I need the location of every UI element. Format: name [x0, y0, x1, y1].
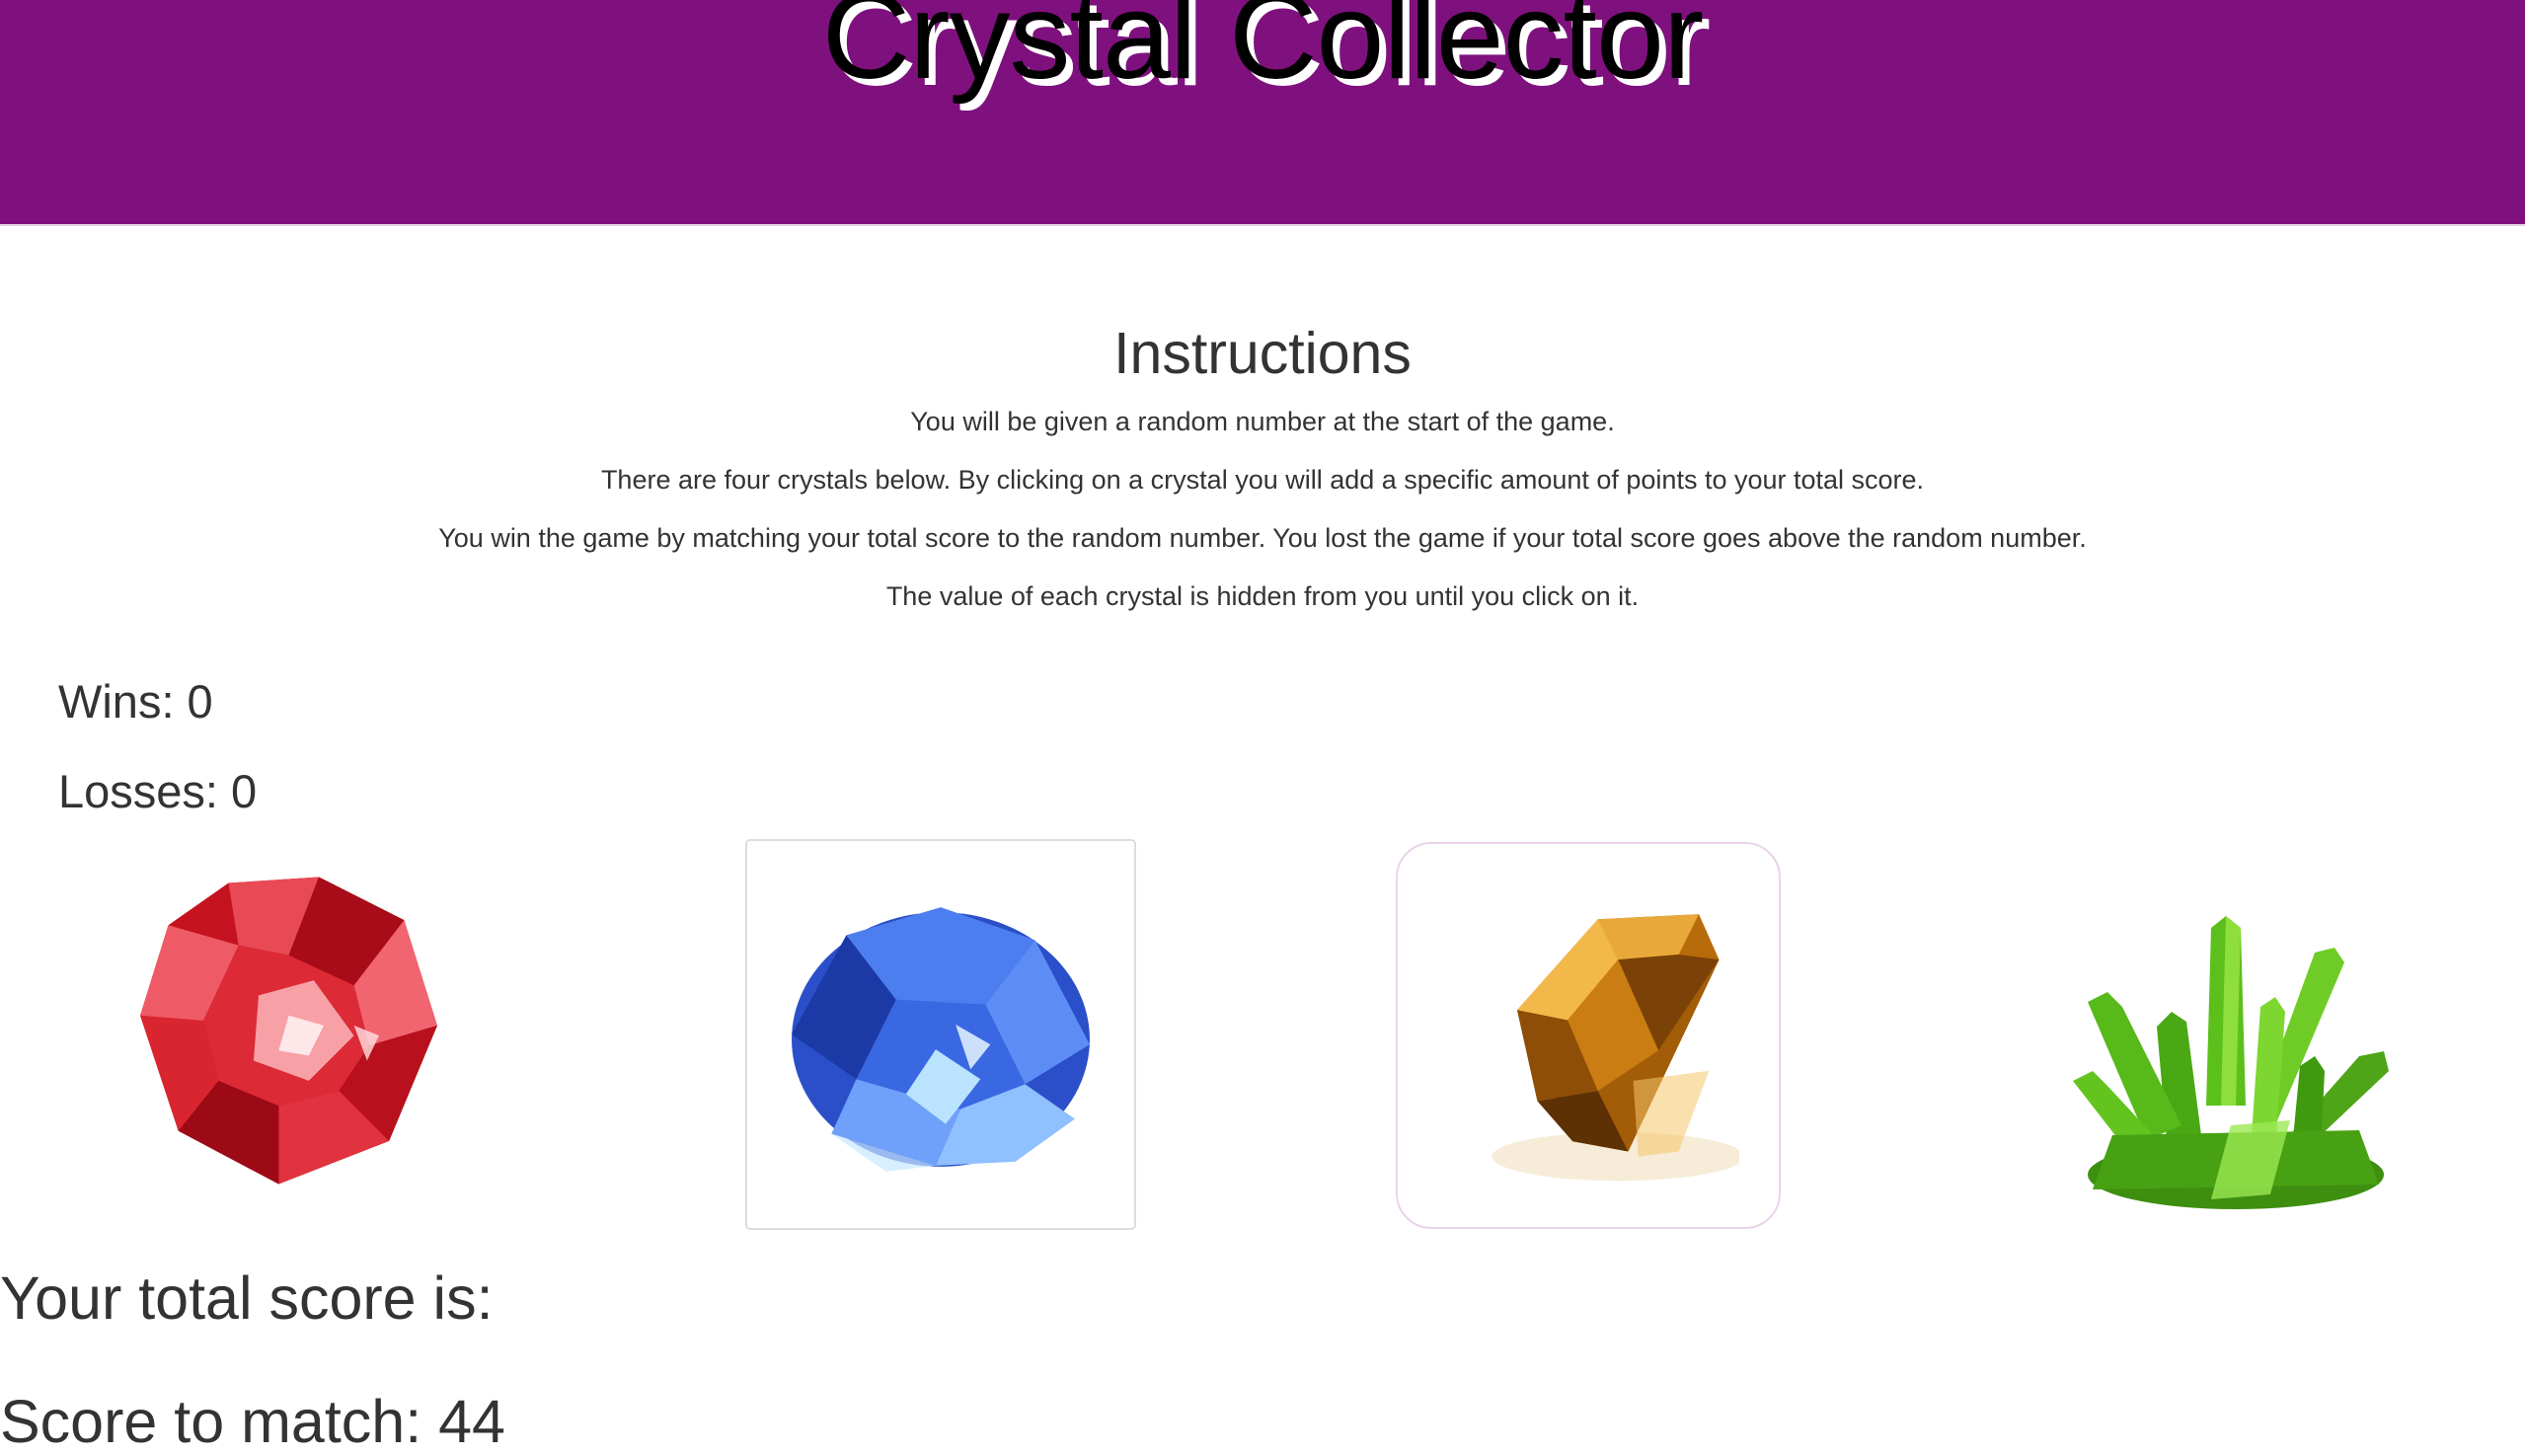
total-score-label: Your total score is: [0, 1264, 494, 1332]
blue-crystal-button[interactable] [745, 839, 1136, 1230]
instruction-line: You win the game by matching your total … [438, 523, 2087, 553]
instruction-line: There are four crystals below. By clicki… [600, 465, 1925, 495]
amber-crystal-icon [1492, 914, 1739, 1182]
instructions-heading: Instructions [1113, 321, 1412, 386]
instructions-section: Instructions You will be given a random … [0, 314, 2525, 626]
instruction-line: You will be given a random number at the… [910, 407, 1615, 436]
page-header: Crystal Collector [0, 0, 2525, 226]
amber-crystal-button[interactable] [1396, 842, 1781, 1229]
red-crystal-icon [140, 877, 437, 1185]
instruction-line: The value of each crystal is hidden from… [885, 581, 1640, 611]
losses-counter: Losses: 0 [58, 765, 258, 817]
blue-crystal-icon [792, 907, 1090, 1172]
score-to-match-label: Score to match: 44 [0, 1388, 505, 1455]
page-title: Crystal Collector [821, 0, 1705, 105]
wins-counter: Wins: 0 [58, 675, 213, 728]
red-crystal-button[interactable] [138, 874, 439, 1188]
green-crystal-button[interactable] [2063, 908, 2409, 1209]
green-crystal-icon [2073, 916, 2389, 1209]
